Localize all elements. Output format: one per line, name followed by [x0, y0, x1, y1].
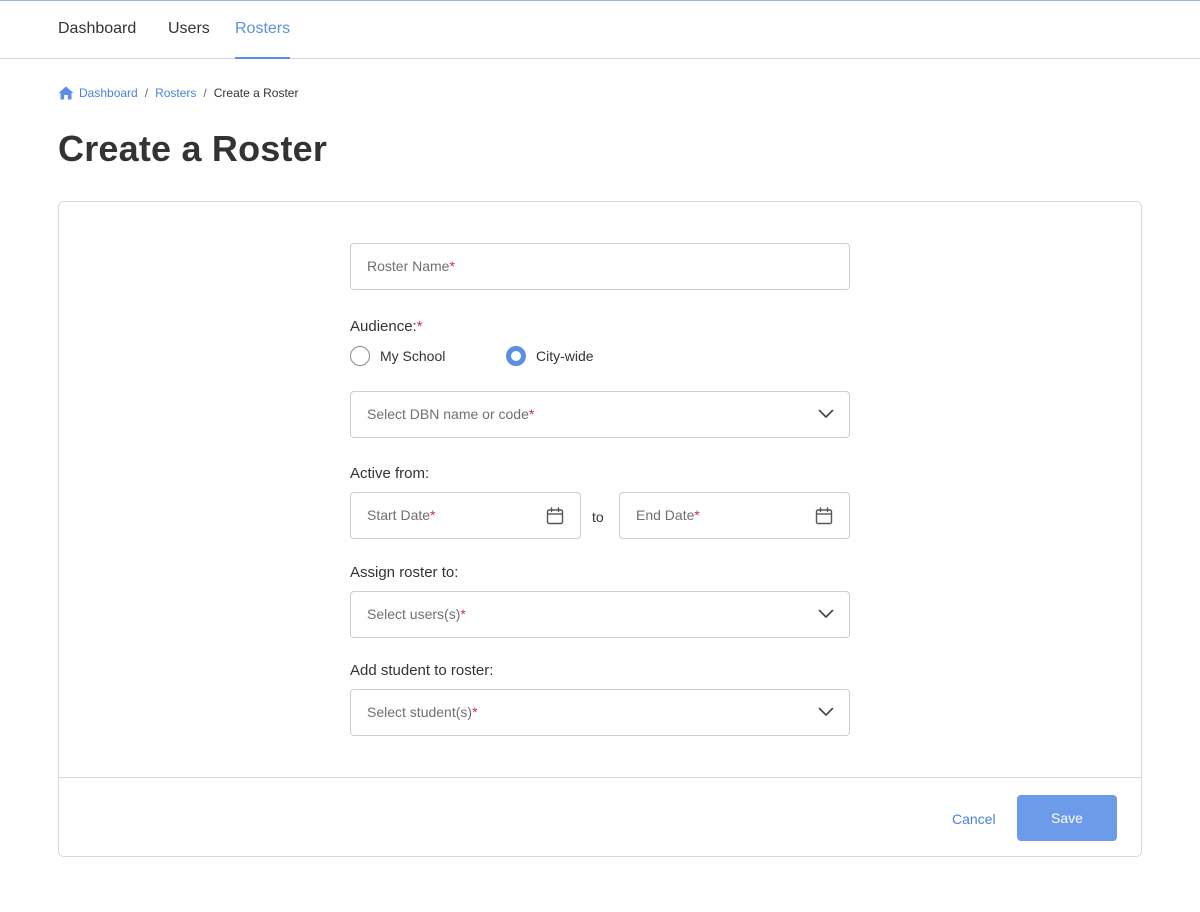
assign-users-select[interactable]: Select users(s)*: [350, 591, 850, 638]
assign-users-placeholder: Select users(s)*: [367, 606, 466, 622]
start-date-input[interactable]: Start Date*: [350, 492, 581, 539]
chevron-down-icon[interactable]: [818, 609, 834, 619]
breadcrumb-separator: /: [203, 86, 207, 100]
audience-radio-my-school[interactable]: My School: [350, 346, 445, 366]
breadcrumb-current: Create a Roster: [213, 86, 299, 100]
radio-checked[interactable]: [506, 346, 526, 366]
audience-option-label: City-wide: [536, 348, 594, 364]
dbn-select[interactable]: Select DBN name or code*: [350, 391, 850, 438]
roster-name-placeholder: Roster Name*: [367, 258, 455, 274]
audience-label: Audience:*: [350, 318, 423, 335]
dbn-placeholder: Select DBN name or code*: [367, 406, 535, 422]
chevron-down-icon[interactable]: [818, 409, 834, 419]
students-select[interactable]: Select student(s)*: [350, 689, 850, 736]
breadcrumb-dashboard-link[interactable]: Dashboard: [79, 86, 138, 100]
calendar-icon[interactable]: [815, 507, 833, 525]
assign-roster-label: Assign roster to:: [350, 564, 459, 581]
home-icon[interactable]: [58, 86, 74, 100]
calendar-icon[interactable]: [546, 507, 564, 525]
start-date-placeholder: Start Date*: [367, 507, 436, 523]
page-title: Create a Roster: [58, 128, 328, 169]
radio-unchecked[interactable]: [350, 346, 370, 366]
end-date-input[interactable]: End Date*: [619, 492, 850, 539]
active-from-label: Active from:: [350, 465, 430, 482]
end-date-placeholder: End Date*: [636, 507, 700, 523]
tab-rosters[interactable]: Rosters: [235, 1, 291, 59]
form-footer: Cancel Save: [59, 777, 1141, 857]
chevron-down-icon[interactable]: [818, 707, 834, 717]
top-navigation: Dashboard Users Rosters: [0, 0, 1200, 59]
breadcrumb-separator: /: [144, 86, 149, 100]
save-button[interactable]: Save: [1017, 795, 1117, 841]
date-range-to-label: to: [592, 509, 604, 525]
audience-option-label: My School: [380, 348, 446, 364]
cancel-button[interactable]: Cancel: [952, 811, 996, 827]
roster-form-card: Roster Name* Audience:* My School City-w…: [58, 201, 1142, 857]
students-placeholder: Select student(s)*: [367, 704, 478, 720]
breadcrumb-rosters-link[interactable]: Rosters: [155, 86, 196, 100]
add-student-label: Add student to roster:: [350, 662, 494, 679]
tab-users[interactable]: Users: [168, 1, 210, 59]
audience-radio-city-wide[interactable]: City-wide: [506, 346, 594, 366]
roster-name-input[interactable]: Roster Name*: [350, 243, 850, 290]
tab-dashboard[interactable]: Dashboard: [58, 1, 136, 59]
breadcrumb: Dashboard / Rosters / Create a Roster: [58, 84, 298, 102]
